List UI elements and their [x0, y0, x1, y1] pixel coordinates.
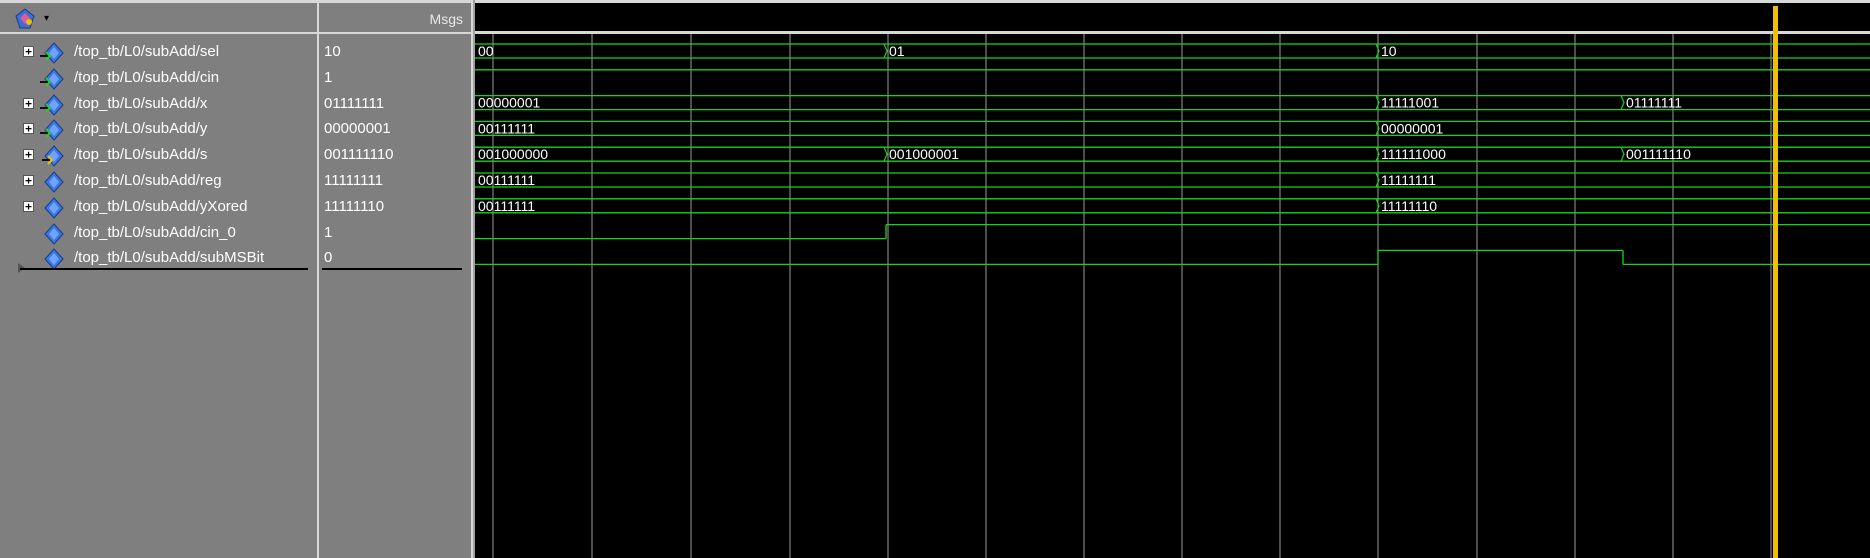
signal-value: 001111110 [324, 146, 394, 164]
value-row[interactable]: 00000001 [322, 117, 467, 142]
signal-name: /top_tb/L0/subAdd/s [74, 146, 208, 164]
signal-value: 1 [324, 68, 333, 86]
signal-icon [44, 222, 64, 245]
signal-row[interactable]: + /top_tb/L0/subAdd/s [0, 143, 317, 168]
waveform-pane[interactable]: 00 01 10 00000001 11111001 01111111 00111111 00… [475, 0, 1870, 558]
signal-value: 00000001 [324, 120, 391, 138]
signal-row[interactable]: + /top_tb/L0/subAdd/yXored [0, 195, 317, 220]
signal-values-pane[interactable]: Msgs 10 1 01111111 00000001 001111110 1111111… [319, 0, 473, 558]
names-header: ▾ [0, 0, 317, 34]
signal-names-pane[interactable]: ▾ + /top_tb/L0/subAdd/sel/top_tb/L0/subAd… [0, 0, 319, 558]
signal-row[interactable]: + /top_tb/L0/subAdd/sel [0, 40, 317, 65]
signal-value: 11111110 [324, 197, 385, 215]
bus-value-label: 00000001 [478, 95, 541, 111]
input-port-icon [40, 42, 64, 64]
signal-name: /top_tb/L0/subAdd/reg [74, 172, 222, 189]
bus-value-label: 01111111 [1626, 95, 1682, 111]
values-insertion-line [322, 268, 462, 270]
signal-row[interactable]: /top_tb/L0/subAdd/cin_0 [0, 221, 317, 246]
signal-row[interactable]: + /top_tb/L0/subAdd/reg [0, 169, 317, 194]
bus-value-label: 001000001 [889, 146, 959, 162]
expand-icon[interactable]: + [23, 123, 34, 135]
bus-value-label: 11111111 [1381, 172, 1436, 188]
msgs-label: Msgs [429, 11, 463, 27]
signal-name: /top_tb/L0/subAdd/x [74, 94, 208, 112]
bus-value-label: 00000001 [1381, 120, 1444, 136]
wave-tool-icon[interactable] [14, 8, 36, 30]
bus-transition [1620, 146, 1625, 162]
expand-icon[interactable]: + [23, 149, 34, 161]
signal-name: /top_tb/L0/subAdd/y [74, 120, 208, 138]
value-row[interactable]: 11111111 [322, 169, 467, 194]
signal-name: /top_tb/L0/subAdd/yXored [74, 197, 248, 215]
signal-icon [44, 171, 64, 193]
value-row[interactable]: 1 [322, 66, 467, 91]
bus-value-label: 00111111 [478, 120, 535, 136]
signal-value: 11111111 [324, 172, 383, 189]
bus-value-label: 00111111 [478, 172, 535, 188]
signal-name: /top_tb/L0/subAdd/sel [74, 43, 220, 60]
expand-icon[interactable]: + [23, 175, 34, 186]
expand-icon[interactable]: + [23, 97, 34, 109]
value-row[interactable]: 1 [322, 221, 467, 246]
bus-value-label: 01 [889, 43, 905, 59]
bus-value-label: 11111001 [1381, 95, 1439, 111]
output-port-icon [42, 145, 64, 167]
bus-value-label: 00111111 [478, 198, 535, 214]
value-row[interactable]: 11111110 [322, 195, 467, 220]
expand-icon[interactable]: + [23, 46, 34, 57]
signal-name: /top_tb/L0/subAdd/subMSBit [74, 249, 265, 267]
bus-transition [1620, 95, 1625, 110]
chevron-down-icon[interactable]: ▾ [44, 13, 49, 24]
signal-row[interactable]: /top_tb/L0/subAdd/cin [0, 66, 317, 91]
bus-value-label: 001000000 [478, 146, 548, 162]
value-row[interactable]: 10 [322, 40, 467, 65]
input-port-icon [40, 68, 64, 90]
bus-value-label: 00 [478, 43, 494, 59]
signal-name: /top_tb/L0/subAdd/cin_0 [74, 223, 236, 241]
value-row[interactable]: 001111110 [322, 143, 467, 168]
signal-row[interactable]: + /top_tb/L0/subAdd/y [0, 117, 317, 142]
input-port-icon [40, 119, 64, 142]
signal-value: 01111111 [324, 94, 385, 112]
signal-value: 1 [324, 223, 333, 241]
signal-value: 10 [324, 43, 341, 60]
signal-value: 0 [324, 249, 333, 267]
bus-transition [883, 43, 888, 59]
bus-transition [883, 146, 888, 162]
signal-icon [44, 197, 64, 219]
bus-value-label: 11111110 [1381, 198, 1437, 214]
signal-name: /top_tb/L0/subAdd/cin [74, 68, 220, 86]
waveform-canvas[interactable]: 00 01 1000000001 11111001 0111111100111111 00… [475, 0, 1870, 558]
expand-icon[interactable]: + [23, 200, 34, 212]
value-row[interactable]: 01111111 [322, 92, 467, 117]
bus-value-label: 10 [1381, 43, 1397, 59]
input-port-icon [40, 93, 64, 116]
insertion-line [20, 268, 308, 270]
time-cursor [1773, 6, 1778, 558]
bus-value-label: 001111110 [1626, 146, 1691, 162]
bus-value-label: 111111000 [1381, 146, 1446, 162]
values-header: Msgs [319, 0, 471, 34]
signal-row[interactable]: + /top_tb/L0/subAdd/x [0, 92, 317, 117]
